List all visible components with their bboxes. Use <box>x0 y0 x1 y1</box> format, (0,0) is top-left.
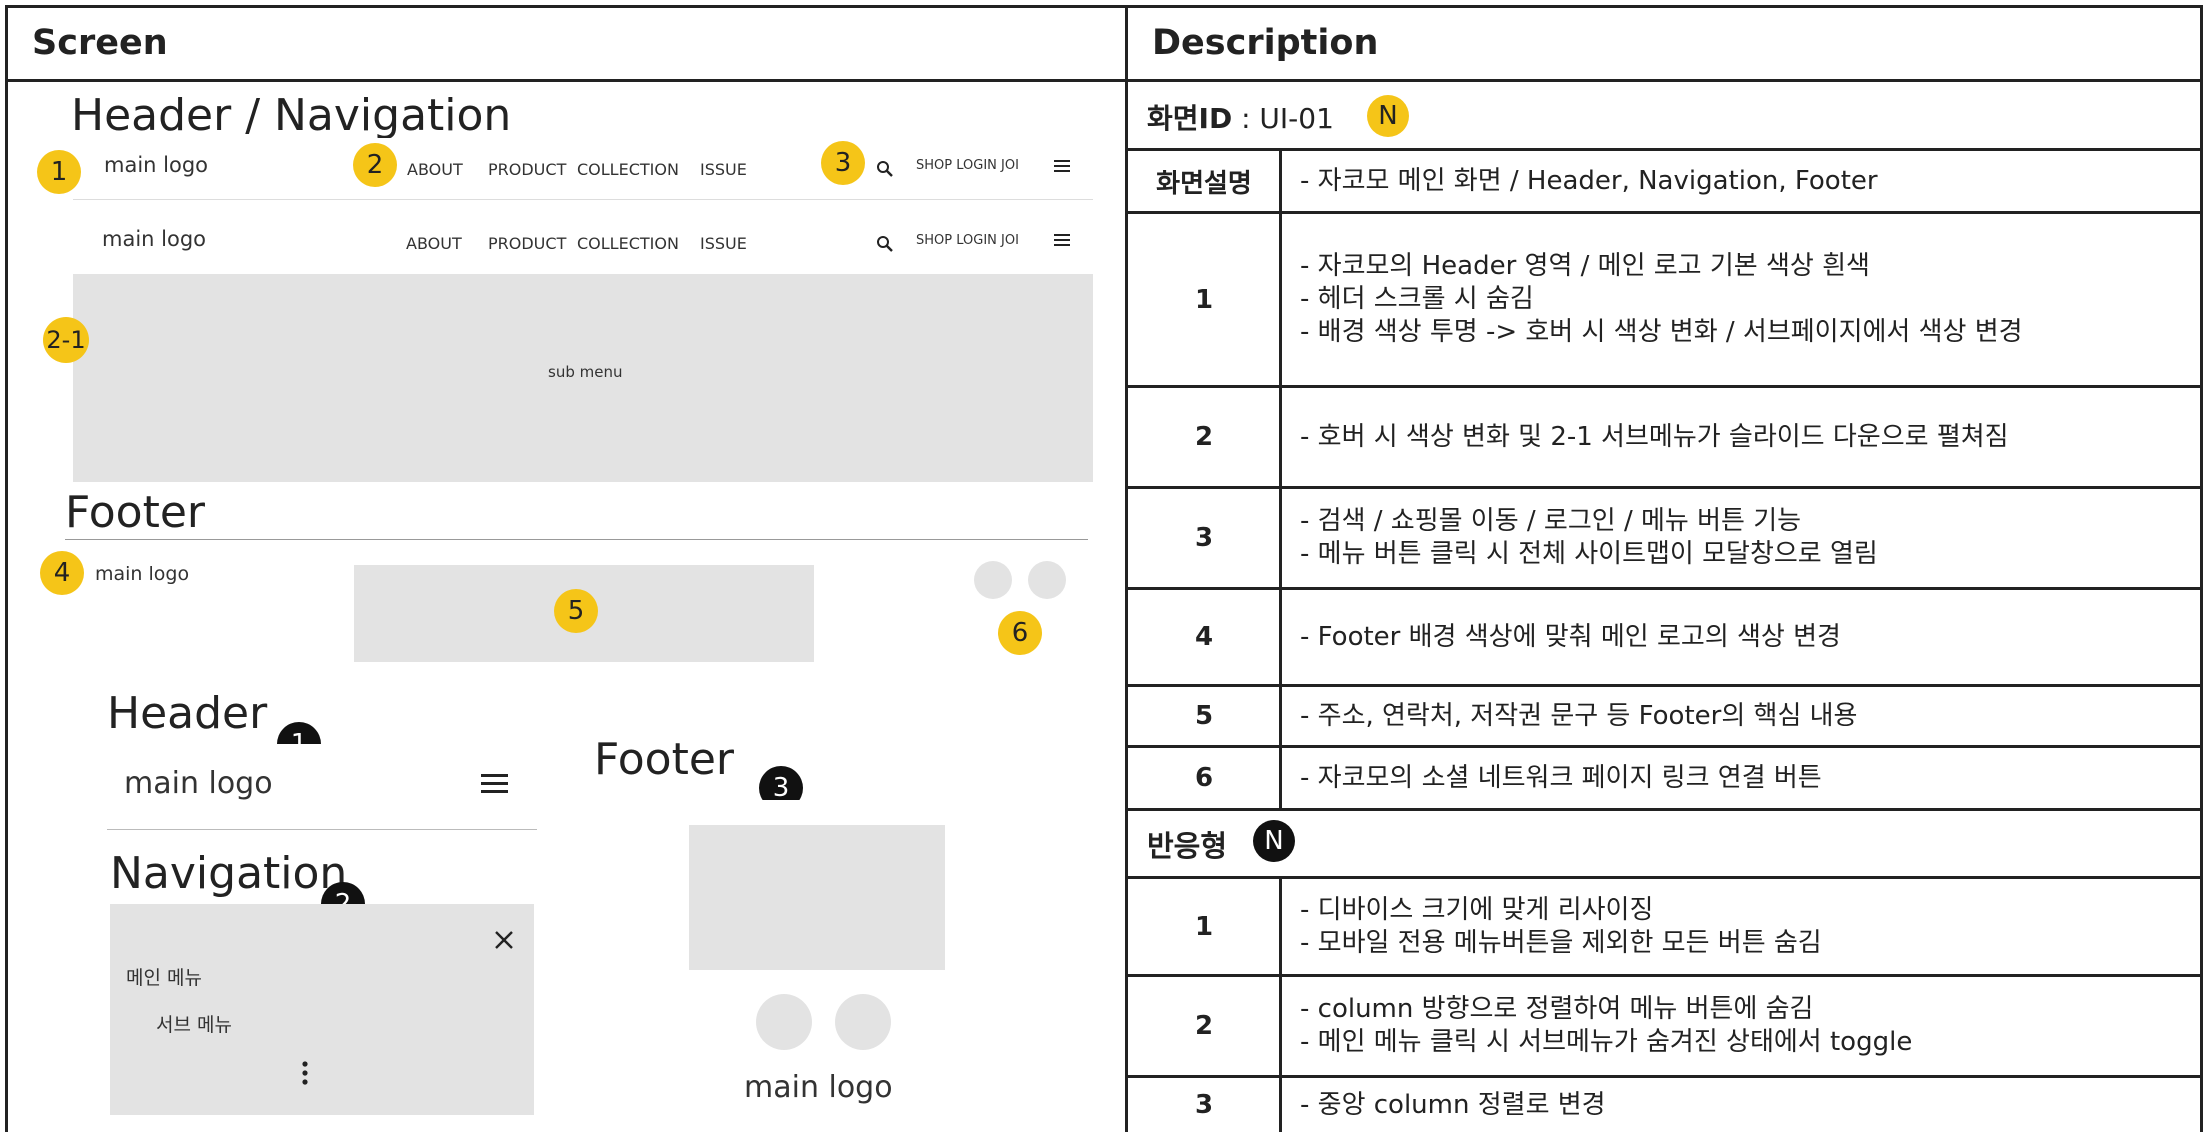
desc-line: - 디바이스 크기에 맞게 리사이징 <box>1300 894 1654 925</box>
submenu-label: sub menu <box>548 363 623 381</box>
mobile-social-button-2[interactable] <box>835 994 891 1050</box>
badge-3: 3 <box>821 141 865 185</box>
row-desc-4: - Footer 배경 색상에 맞춰 메인 로고의 색상 변경 <box>1282 590 2202 684</box>
row-desc-2: - 호버 시 색상 변화 및 2-1 서브메뉴가 슬라이드 다운으로 펼쳐짐 <box>1282 388 2202 486</box>
responsive-label: 반응형 <box>1147 829 1228 863</box>
row-label-2: 2 <box>1194 422 1214 452</box>
main-logo[interactable]: main logo <box>104 153 208 177</box>
mobile-main-logo[interactable]: main logo <box>124 766 273 801</box>
badge-6: 6 <box>998 611 1042 655</box>
row-label-1: 1 <box>1194 284 1214 315</box>
desc-line: - column 방향으로 정렬하여 메뉴 버튼에 숨김 <box>1300 994 1814 1024</box>
spec-document: Screen Description Header / Navigation 1… <box>0 0 2208 1132</box>
desc-line: - Footer 배경 색상에 맞춰 메인 로고의 색상 변경 <box>1300 621 1841 652</box>
desc-line: - 주소, 연락처, 저작권 문구 등 Footer의 핵심 내용 <box>1300 700 1858 731</box>
mobile-header-title: Header <box>107 688 268 739</box>
resp-row-label-3: 3 <box>1194 1090 1214 1120</box>
mobile-hamburger-icon[interactable] <box>481 773 508 795</box>
nav-product[interactable]: PRODUCT <box>488 160 566 179</box>
row-desc-5: - 주소, 연락처, 저작권 문구 등 Footer의 핵심 내용 <box>1282 687 2202 745</box>
hamburger-menu-icon-hover[interactable] <box>1054 233 1070 247</box>
util-links-hover[interactable]: SHOP LOGIN JOI <box>916 233 1019 248</box>
mobile-footer-title: Footer <box>594 734 734 785</box>
screen-id-value: : UI-01 <box>1232 102 1334 135</box>
badge-2-1: 2-1 <box>43 317 89 363</box>
responsive-badge: N <box>1253 820 1295 862</box>
screen-id-badge: N <box>1367 95 1409 137</box>
desc-line: - 메뉴 버튼 클릭 시 전체 사이트맵이 모달창으로 열림 <box>1300 539 1878 569</box>
row-label-overview: 화면설명 <box>1156 168 1252 199</box>
mobile-main-menu[interactable]: 메인 메뉴 <box>126 963 202 990</box>
nav-product-hover[interactable]: PRODUCT <box>488 234 566 253</box>
desc-line: - 중앙 column 정렬로 변경 <box>1300 1089 1606 1120</box>
row-desc-overview: - 자코모 메인 화면 / Header, Navigation, Footer <box>1282 151 2202 211</box>
social-button-1[interactable] <box>974 561 1012 599</box>
row-label-4: 4 <box>1194 622 1214 652</box>
search-icon-hover[interactable] <box>876 235 893 252</box>
table-border-left <box>5 5 8 1132</box>
desc-line: - 검색 / 쇼핑몰 이동 / 로그인 / 메뉴 버튼 기능 <box>1300 506 1802 536</box>
nav-collection-hover[interactable]: COLLECTION <box>577 234 679 253</box>
nav-collection[interactable]: COLLECTION <box>577 160 679 179</box>
nav-issue[interactable]: ISSUE <box>700 160 747 179</box>
desc-line: - 자코모의 Header 영역 / 메인 로고 기본 색상 흰색 <box>1300 251 1870 281</box>
screen-column-header: Screen <box>32 22 168 63</box>
row-label-3: 3 <box>1194 523 1214 553</box>
desc-line: - 헤더 스크롤 시 숨김 <box>1300 284 1534 314</box>
badge-4: 4 <box>40 551 84 595</box>
row-label-5: 5 <box>1194 701 1214 731</box>
footer-main-logo: main logo <box>95 563 190 585</box>
badge-2: 2 <box>353 143 397 187</box>
main-logo-hover[interactable]: main logo <box>102 227 206 251</box>
mobile-social-button-1[interactable] <box>756 994 812 1050</box>
resp-row-label-1: 1 <box>1194 911 1214 942</box>
screen-id-label: 화면ID <box>1147 102 1233 135</box>
badge-1: 1 <box>37 150 81 194</box>
more-vertical-icon[interactable] <box>301 1061 309 1085</box>
resp-row-desc-2: - column 방향으로 정렬하여 메뉴 버튼에 숨김 - 메인 메뉴 클릭 … <box>1282 977 2202 1075</box>
search-icon[interactable] <box>876 160 893 177</box>
resp-row-desc-3: - 중앙 column 정렬로 변경 <box>1282 1078 2202 1132</box>
row-label-6: 6 <box>1194 763 1214 793</box>
desc-line: - 메인 메뉴 클릭 시 서브메뉴가 숨겨진 상태에서 toggle <box>1300 1027 1913 1057</box>
mobile-footer-logo: main logo <box>744 1070 893 1105</box>
row-desc-1: - 자코모의 Header 영역 / 메인 로고 기본 색상 흰색 - 헤더 스… <box>1282 214 2202 385</box>
badge-5: 5 <box>554 589 598 633</box>
hamburger-menu-icon[interactable] <box>1054 159 1070 173</box>
desc-line: - 자코모의 소셜 네트워크 페이지 링크 연결 버튼 <box>1300 762 1822 793</box>
footer-title: Footer <box>65 487 205 538</box>
desc-line: - 모바일 전용 메뉴버튼을 제외한 모든 버튼 숨김 <box>1300 927 1822 958</box>
screen-id: 화면ID : UI-01 <box>1147 97 1334 137</box>
nav-about[interactable]: ABOUT <box>407 160 463 179</box>
mobile-sub-menu[interactable]: 서브 메뉴 <box>156 1010 232 1037</box>
desc-line: - 배경 색상 투명 -> 호버 시 색상 변화 / 서브페이지에서 색상 변경 <box>1300 317 2023 347</box>
desc-line: - 자코모 메인 화면 / Header, Navigation, Footer <box>1300 165 1878 196</box>
nav-issue-hover[interactable]: ISSUE <box>700 234 747 253</box>
mobile-navigation-title: Navigation <box>110 848 348 899</box>
resp-row-label-2: 2 <box>1194 1011 1214 1041</box>
description-column-header: Description <box>1152 22 1379 63</box>
mobile-footer-info-box <box>689 825 945 970</box>
section-title-header-navigation: Header / Navigation <box>71 90 512 141</box>
social-button-2[interactable] <box>1028 561 1066 599</box>
util-links[interactable]: SHOP LOGIN JOI <box>916 158 1019 173</box>
nav-about-hover[interactable]: ABOUT <box>406 234 462 253</box>
resp-row-desc-1: - 디바이스 크기에 맞게 리사이징 - 모바일 전용 메뉴버튼을 제외한 모든… <box>1282 879 2202 974</box>
close-icon[interactable] <box>494 930 514 950</box>
row-desc-6: - 자코모의 소셜 네트워크 페이지 링크 연결 버튼 <box>1282 748 2202 808</box>
row-line <box>1128 808 2203 811</box>
desc-line: - 호버 시 색상 변화 및 2-1 서브메뉴가 슬라이드 다운으로 펼쳐짐 <box>1300 421 2009 452</box>
row-desc-3: - 검색 / 쇼핑몰 이동 / 로그인 / 메뉴 버튼 기능 - 메뉴 버튼 클… <box>1282 489 2202 587</box>
